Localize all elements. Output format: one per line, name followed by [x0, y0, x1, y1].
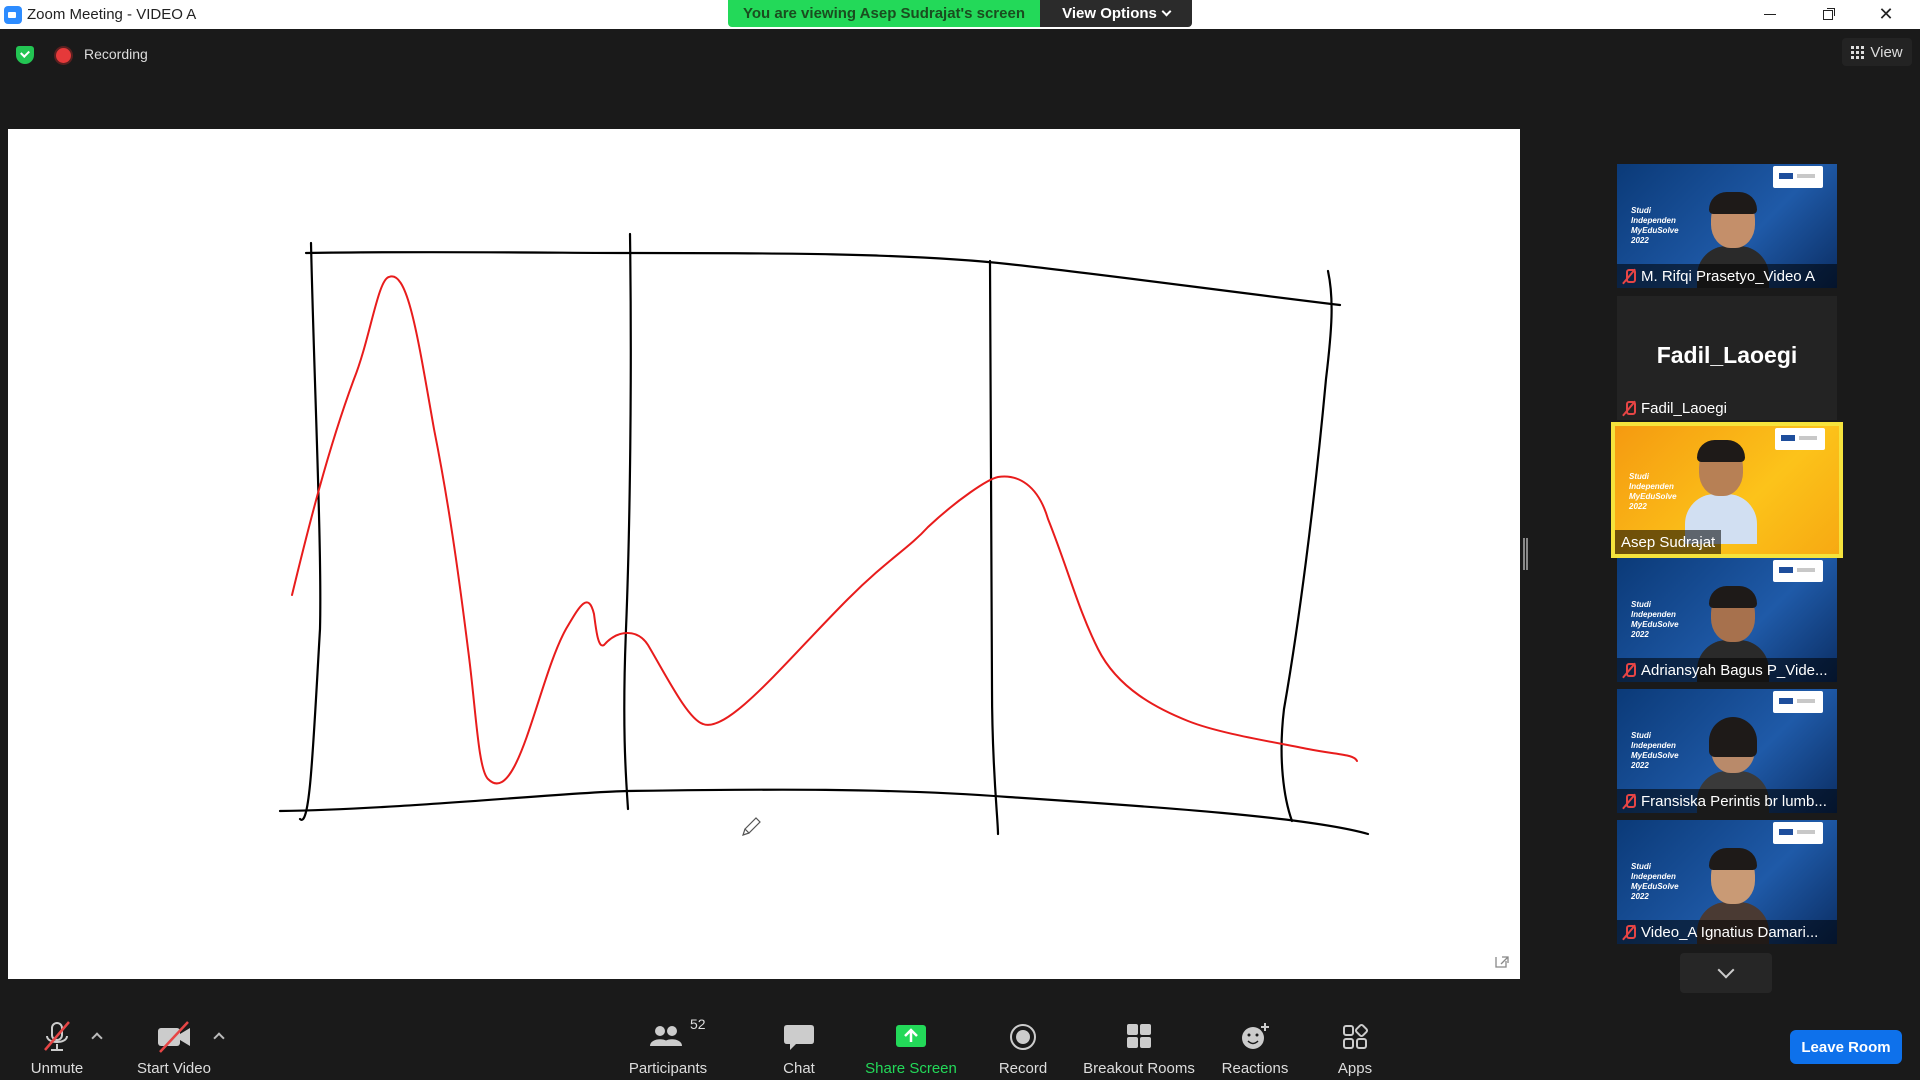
recording-label: Recording [84, 46, 148, 62]
apps-icon [1335, 1020, 1375, 1054]
chat-button[interactable]: Chat [766, 1006, 832, 1080]
panel-resize-handle[interactable] [1523, 538, 1528, 570]
tile-brand-text: Studi Independen MyEduSolve 2022 [1631, 600, 1679, 639]
title-bar: Zoom Meeting - VIDEO A You are viewing A… [0, 0, 1920, 29]
whiteboard-frame [278, 232, 1370, 836]
participant-tile[interactable]: Studi Independen MyEduSolve 2022 M. Rifq… [1617, 164, 1837, 288]
record-button[interactable]: Record [990, 1006, 1056, 1080]
view-options-button[interactable]: View Options [1040, 0, 1192, 27]
myedusolve-logo [1773, 822, 1823, 844]
chat-label: Chat [783, 1060, 815, 1077]
viewing-screen-banner: You are viewing Asep Sudrajat's screen [728, 0, 1040, 27]
myedusolve-logo [1773, 166, 1823, 188]
breakout-rooms-button[interactable]: Breakout Rooms [1080, 1006, 1198, 1080]
scroll-down-button[interactable] [1680, 953, 1772, 993]
expand-icon[interactable] [1495, 956, 1509, 968]
tile-brand-text: Studi Independen MyEduSolve 2022 [1631, 731, 1679, 770]
breakout-rooms-icon [1119, 1020, 1159, 1054]
shared-screen[interactable] [8, 129, 1520, 979]
window-title: Zoom Meeting - VIDEO A [27, 6, 197, 23]
whiteboard-drawing [278, 232, 1509, 968]
unmute-label: Unmute [30, 1060, 84, 1077]
tile-brand-text: Studi Independen MyEduSolve 2022 [1629, 472, 1677, 511]
start-video-label: Start Video [137, 1060, 211, 1077]
mic-muted-icon [1623, 268, 1636, 284]
reactions-label: Reactions [1221, 1060, 1289, 1077]
participant-name: Fadil_Laoegi [1641, 399, 1727, 417]
participant-name-bar: Video_A Ignatius Damari... [1617, 920, 1837, 944]
video-off-icon [154, 1020, 194, 1054]
red-curve [291, 275, 1358, 785]
start-video-button[interactable]: Start Video [130, 1006, 218, 1080]
audio-options-caret-icon[interactable] [91, 1032, 103, 1044]
share-screen-label: Share Screen [865, 1060, 957, 1077]
chevron-down-icon [1161, 6, 1172, 17]
unmute-button[interactable]: Unmute [22, 1006, 92, 1080]
close-icon: ✕ [1878, 4, 1894, 24]
apps-button[interactable]: Apps [1320, 1006, 1390, 1080]
participant-tile[interactable]: Studi Independen MyEduSolve 2022 Video_A… [1617, 820, 1837, 944]
myedusolve-logo [1773, 691, 1823, 713]
participant-tile[interactable]: Fadil_Laoegi Fadil_Laoegi [1617, 296, 1837, 420]
meeting-toolbar: Unmute Start Video 52 Participants Chat … [0, 1006, 1920, 1080]
participants-icon: 52 [648, 1016, 706, 1054]
tile-brand-text: Studi Independen MyEduSolve 2022 [1631, 206, 1679, 245]
chat-icon [779, 1020, 819, 1054]
participant-name-bar: Asep Sudrajat [1615, 530, 1722, 554]
apps-label: Apps [1337, 1060, 1373, 1077]
pencil-cursor-icon [742, 817, 761, 836]
tile-brand-text: Studi Independen MyEduSolve 2022 [1631, 862, 1679, 901]
participant-tile-active-speaker[interactable]: Studi Independen MyEduSolve 2022 Asep Su… [1611, 422, 1843, 558]
restore-button[interactable] [1800, 0, 1856, 29]
participant-name: Asep Sudrajat [1621, 533, 1716, 551]
mic-muted-icon [1623, 662, 1636, 678]
participant-name: M. Rifqi Prasetyo_Video A [1641, 267, 1815, 285]
participant-name-bar: Fadil_Laoegi [1617, 396, 1837, 420]
participants-button[interactable]: 52 Participants [620, 1006, 716, 1080]
grid-icon [1851, 45, 1865, 59]
participant-name-bar: M. Rifqi Prasetyo_Video A [1617, 264, 1837, 288]
chevron-down-icon [1717, 961, 1735, 979]
minimize-button[interactable] [1742, 0, 1798, 29]
mic-muted-icon [1623, 793, 1636, 809]
participant-tile[interactable]: Studi Independen MyEduSolve 2022 Adrians… [1617, 558, 1837, 682]
participant-name: Fransiska Perintis br lumb... [1641, 792, 1827, 810]
close-button[interactable]: ✕ [1858, 0, 1914, 29]
reactions-icon [1235, 1020, 1275, 1054]
participant-tile[interactable]: Studi Independen MyEduSolve 2022 Fransis… [1617, 689, 1837, 813]
restore-icon [1823, 9, 1833, 20]
mic-muted-icon [37, 1020, 77, 1054]
participant-name: Adriansyah Bagus P_Vide... [1641, 661, 1828, 679]
share-screen-button[interactable]: Share Screen [860, 1006, 962, 1080]
reactions-button[interactable]: Reactions [1215, 1006, 1295, 1080]
myedusolve-logo [1773, 560, 1823, 582]
record-icon [1003, 1020, 1043, 1054]
minimize-icon [1764, 14, 1776, 15]
record-label: Record [998, 1060, 1048, 1077]
mic-muted-icon [1623, 924, 1636, 940]
myedusolve-logo [1775, 428, 1825, 450]
view-options-label: View Options [1062, 5, 1157, 22]
participants-label: Participants [628, 1060, 708, 1077]
participant-name-bar: Adriansyah Bagus P_Vide... [1617, 658, 1837, 682]
view-label: View [1870, 43, 1903, 61]
recording-icon [56, 48, 71, 63]
breakout-rooms-label: Breakout Rooms [1083, 1060, 1195, 1077]
participant-name-bar: Fransiska Perintis br lumb... [1617, 789, 1837, 813]
security-shield-icon[interactable] [16, 46, 34, 64]
view-button[interactable]: View [1842, 38, 1912, 66]
participant-display-name: Fadil_Laoegi [1656, 342, 1798, 368]
participant-video [1685, 440, 1757, 544]
zoom-app-icon [4, 6, 22, 24]
leave-room-button[interactable]: Leave Room [1790, 1030, 1902, 1064]
participants-count: 52 [690, 1016, 706, 1032]
share-screen-icon [891, 1020, 931, 1054]
participant-name: Video_A Ignatius Damari... [1641, 923, 1819, 941]
mic-muted-icon [1623, 400, 1636, 416]
